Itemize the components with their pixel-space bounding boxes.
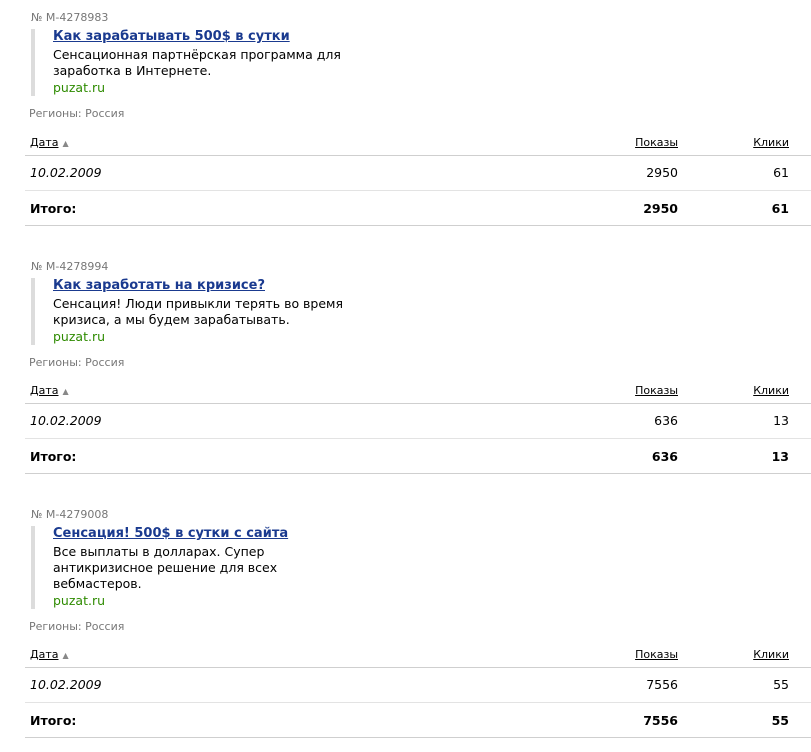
total-row: Итого: 636 13 <box>25 439 811 474</box>
date-header-label: Дата <box>30 384 59 397</box>
total-label: Итого: <box>30 713 77 728</box>
ad-title-link[interactable]: Как заработать на кризисе? <box>53 278 343 294</box>
ad-text: Сенсационная партнёрская программа для з… <box>53 47 343 79</box>
sort-by-shows-link[interactable]: Показы <box>635 648 678 661</box>
ad-domain: puzat.ru <box>53 593 106 608</box>
ad-regions: Регионы: Россия <box>29 620 125 633</box>
ad-id: № M-4278994 <box>31 260 109 273</box>
total-row: Итого: 7556 55 <box>25 703 811 738</box>
sort-by-shows-link[interactable]: Показы <box>635 136 678 149</box>
stats-table: Дата ▲ Показы Клики 10.02.2009 636 13 Ито… <box>25 383 811 474</box>
ad-text-line: Сенсационная партнёрская программа для <box>53 47 341 62</box>
stats-header: Дата ▲ Показы Клики <box>25 135 811 156</box>
sort-by-clicks-link[interactable]: Клики <box>753 136 789 149</box>
ad-preview: Сенсация! 500$ в сутки с сайта Все выпла… <box>31 526 343 609</box>
ad-text-line: заработка в Интернете. <box>53 63 212 78</box>
row-clicks: 13 <box>773 413 789 428</box>
ad-text-line: Сенсация! Люди привыкли терять во время <box>53 296 344 311</box>
total-label: Итого: <box>30 449 77 464</box>
stats-table: Дата ▲ Показы Клики 10.02.2009 2950 61 Ит… <box>25 135 811 226</box>
total-shows: 7556 <box>643 713 678 728</box>
row-clicks: 61 <box>773 165 789 180</box>
table-row: 10.02.2009 2950 61 <box>25 156 811 191</box>
total-row: Итого: 2950 61 <box>25 191 811 226</box>
sort-by-date-link[interactable]: Дата ▲ <box>30 384 69 397</box>
stats-header: Дата ▲ Показы Клики <box>25 383 811 404</box>
ad-title-link[interactable]: Сенсация! 500$ в сутки с сайта <box>53 526 343 542</box>
total-clicks: 61 <box>771 201 789 216</box>
ad-regions: Регионы: Россия <box>29 356 125 369</box>
sort-by-clicks-link[interactable]: Клики <box>753 384 789 397</box>
ad-title-link[interactable]: Как зарабатывать 500$ в сутки <box>53 29 343 45</box>
total-shows: 2950 <box>643 201 678 216</box>
total-clicks: 55 <box>771 713 789 728</box>
total-shows: 636 <box>651 449 678 464</box>
stats-table: Дата ▲ Показы Клики 10.02.2009 7556 55 Ит… <box>25 647 811 738</box>
stats-header: Дата ▲ Показы Клики <box>25 647 811 668</box>
ad-text: Сенсация! Люди привыкли терять во время … <box>53 296 343 328</box>
ad-text: Все выплаты в долларах. Супер антикризис… <box>53 544 343 592</box>
row-shows: 7556 <box>646 677 678 692</box>
ad-text-line: Все выплаты в долларах. Супер <box>53 544 265 559</box>
ad-domain: puzat.ru <box>53 80 106 95</box>
sort-by-clicks-link[interactable]: Клики <box>753 648 789 661</box>
ad-id: № M-4279008 <box>31 508 109 521</box>
row-date: 10.02.2009 <box>30 677 102 692</box>
total-clicks: 13 <box>771 449 789 464</box>
ad-domain: puzat.ru <box>53 329 106 344</box>
sort-by-shows-link[interactable]: Показы <box>635 384 678 397</box>
row-shows: 636 <box>654 413 678 428</box>
row-date: 10.02.2009 <box>30 165 102 180</box>
total-label: Итого: <box>30 201 77 216</box>
table-row: 10.02.2009 7556 55 <box>25 668 811 703</box>
sort-by-date-link[interactable]: Дата ▲ <box>30 136 69 149</box>
row-date: 10.02.2009 <box>30 413 102 428</box>
sort-ascending-icon: ▲ <box>62 651 69 660</box>
ad-text-line: вебмастеров. <box>53 576 142 591</box>
sort-ascending-icon: ▲ <box>62 139 69 148</box>
sort-by-date-link[interactable]: Дата ▲ <box>30 648 69 661</box>
date-header-label: Дата <box>30 648 59 661</box>
sort-ascending-icon: ▲ <box>62 387 69 396</box>
ad-text-line: антикризисное решение для всех <box>53 560 278 575</box>
ad-text-line: кризиса, а мы будем зарабатывать. <box>53 312 290 327</box>
ad-preview: Как заработать на кризисе? Сенсация! Люд… <box>31 278 343 345</box>
ad-preview: Как зарабатывать 500$ в сутки Сенсационн… <box>31 29 343 96</box>
row-clicks: 55 <box>773 677 789 692</box>
row-shows: 2950 <box>646 165 678 180</box>
ad-id: № M-4278983 <box>31 11 109 24</box>
table-row: 10.02.2009 636 13 <box>25 404 811 439</box>
ad-regions: Регионы: Россия <box>29 107 125 120</box>
date-header-label: Дата <box>30 136 59 149</box>
